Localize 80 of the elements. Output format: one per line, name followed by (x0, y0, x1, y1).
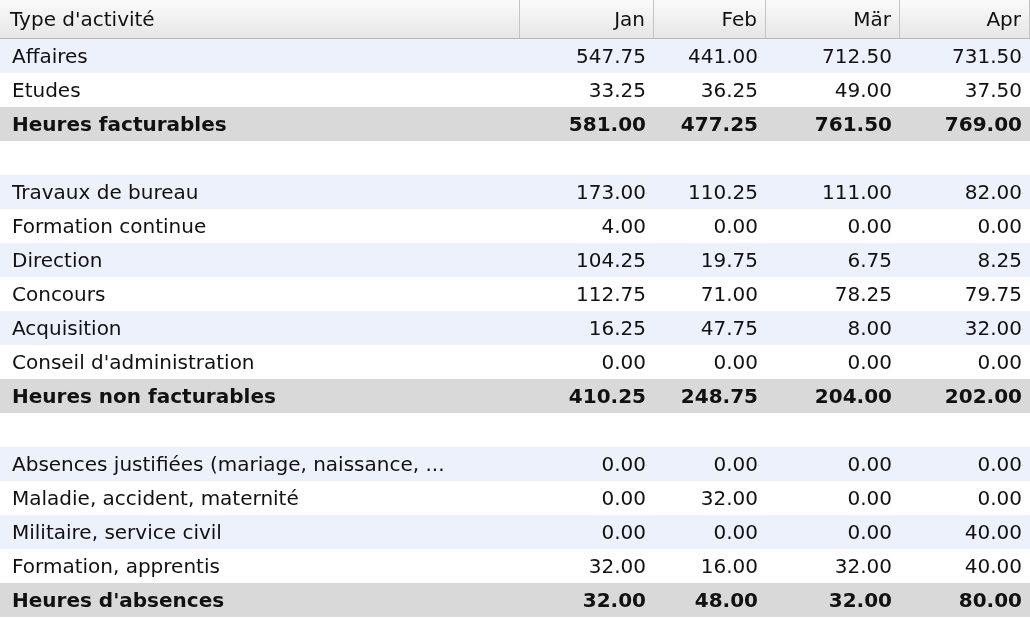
table-cell-text: 49.00 (833, 77, 893, 104)
table-cell-text: 111.00 (821, 179, 893, 206)
table-cell-text: 0.00 (976, 485, 1023, 512)
table-cell-text: 4.00 (600, 213, 647, 240)
row-label: Direction (11, 247, 104, 274)
table-cell-text: 16.00 (699, 553, 759, 580)
row-label: Maladie, accident, maternité (11, 485, 300, 512)
table-cell-text: 33.25 (587, 77, 647, 104)
table-cell-text: 40.00 (963, 519, 1023, 546)
table-cell-text: 0.00 (976, 349, 1023, 376)
column-header[interactable]: Jan (520, 0, 654, 38)
total-cell-text: 248.75 (679, 383, 759, 410)
table-cell-text: 32.00 (963, 315, 1023, 342)
total-cell-text: 477.25 (679, 111, 759, 138)
row-label: Etudes (11, 77, 82, 104)
table-cell-text: 6.75 (846, 247, 893, 274)
total-cell-text: 32.00 (581, 587, 647, 614)
row-label: Formation, apprentis (11, 553, 221, 580)
table-cell-text: 441.00 (687, 43, 759, 70)
total-cell-text: 204.00 (813, 383, 893, 410)
table-cell-text: 110.25 (687, 179, 759, 206)
table-cell-text: 8.25 (976, 247, 1023, 274)
table-cell-text: 712.50 (821, 43, 893, 70)
row-label: Conseil d'administration (11, 349, 256, 376)
table-cell-text: 173.00 (575, 179, 647, 206)
table-cell-text: 0.00 (600, 485, 647, 512)
table-cell-text: 547.75 (575, 43, 647, 70)
table-cell-text: 0.00 (846, 519, 893, 546)
total-cell-text: 761.50 (813, 111, 893, 138)
table-cell-text: 0.00 (600, 451, 647, 478)
table-cell-text: 82.00 (963, 179, 1023, 206)
table-cell-text: 0.00 (846, 485, 893, 512)
table-cell-text: 112.75 (575, 281, 647, 308)
table-cell-text: 0.00 (712, 349, 759, 376)
table-cell-text: 32.00 (587, 553, 647, 580)
total-label: Heures facturables (11, 111, 228, 138)
table-cell-text: 0.00 (712, 519, 759, 546)
table-cell-text: 0.00 (846, 213, 893, 240)
total-cell-text: 769.00 (943, 111, 1023, 138)
row-label: Travaux de bureau (11, 179, 200, 206)
total-cell-text: 80.00 (957, 587, 1023, 614)
total-cell-text: 32.00 (827, 587, 893, 614)
total-cell-text: 48.00 (693, 587, 759, 614)
table-cell-text: 32.00 (833, 553, 893, 580)
total-cell-text: 202.00 (943, 383, 1023, 410)
table-cell-text: 8.00 (846, 315, 893, 342)
table-cell-text: 0.00 (600, 519, 647, 546)
table-cell-text: 0.00 (712, 213, 759, 240)
table-cell-text: 36.25 (699, 77, 759, 104)
row-label: Affaires (11, 43, 89, 70)
total-cell-text: 410.25 (567, 383, 647, 410)
table-cell-text: 71.00 (699, 281, 759, 308)
column-header[interactable]: Apr (900, 0, 1030, 38)
table-cell-text: 0.00 (976, 451, 1023, 478)
table-cell-text: 731.50 (951, 43, 1023, 70)
total-label: Heures non facturables (11, 383, 277, 410)
table-cell-text: 32.00 (699, 485, 759, 512)
row-label: Formation continue (11, 213, 208, 240)
table-cell-text: 37.50 (963, 77, 1023, 104)
table-cell-text: 79.75 (963, 281, 1023, 308)
column-header[interactable]: Type d'activité (0, 0, 520, 38)
table-cell-text: 0.00 (846, 349, 893, 376)
row-label: Acquisition (11, 315, 123, 342)
table-cell-text: 47.75 (699, 315, 759, 342)
table-cell-text: 19.75 (699, 247, 759, 274)
column-header[interactable]: Feb (654, 0, 766, 38)
table-cell-text: 78.25 (833, 281, 893, 308)
table-cell-text: 0.00 (976, 213, 1023, 240)
row-label: Absences justifiées (mariage, naissance, ... (11, 451, 446, 478)
row-label: Concours (11, 281, 107, 308)
row-label: Militaire, service civil (11, 519, 223, 546)
column-header[interactable]: Mär (766, 0, 900, 38)
table-cell-text: 40.00 (963, 553, 1023, 580)
table-cell-text: 0.00 (712, 451, 759, 478)
total-label: Heures d'absences (11, 587, 226, 614)
table-cell-text: 0.00 (846, 451, 893, 478)
table-cell-text: 104.25 (575, 247, 647, 274)
total-cell-text: 581.00 (567, 111, 647, 138)
table-cell-text: 16.25 (587, 315, 647, 342)
table-cell-text: 0.00 (600, 349, 647, 376)
